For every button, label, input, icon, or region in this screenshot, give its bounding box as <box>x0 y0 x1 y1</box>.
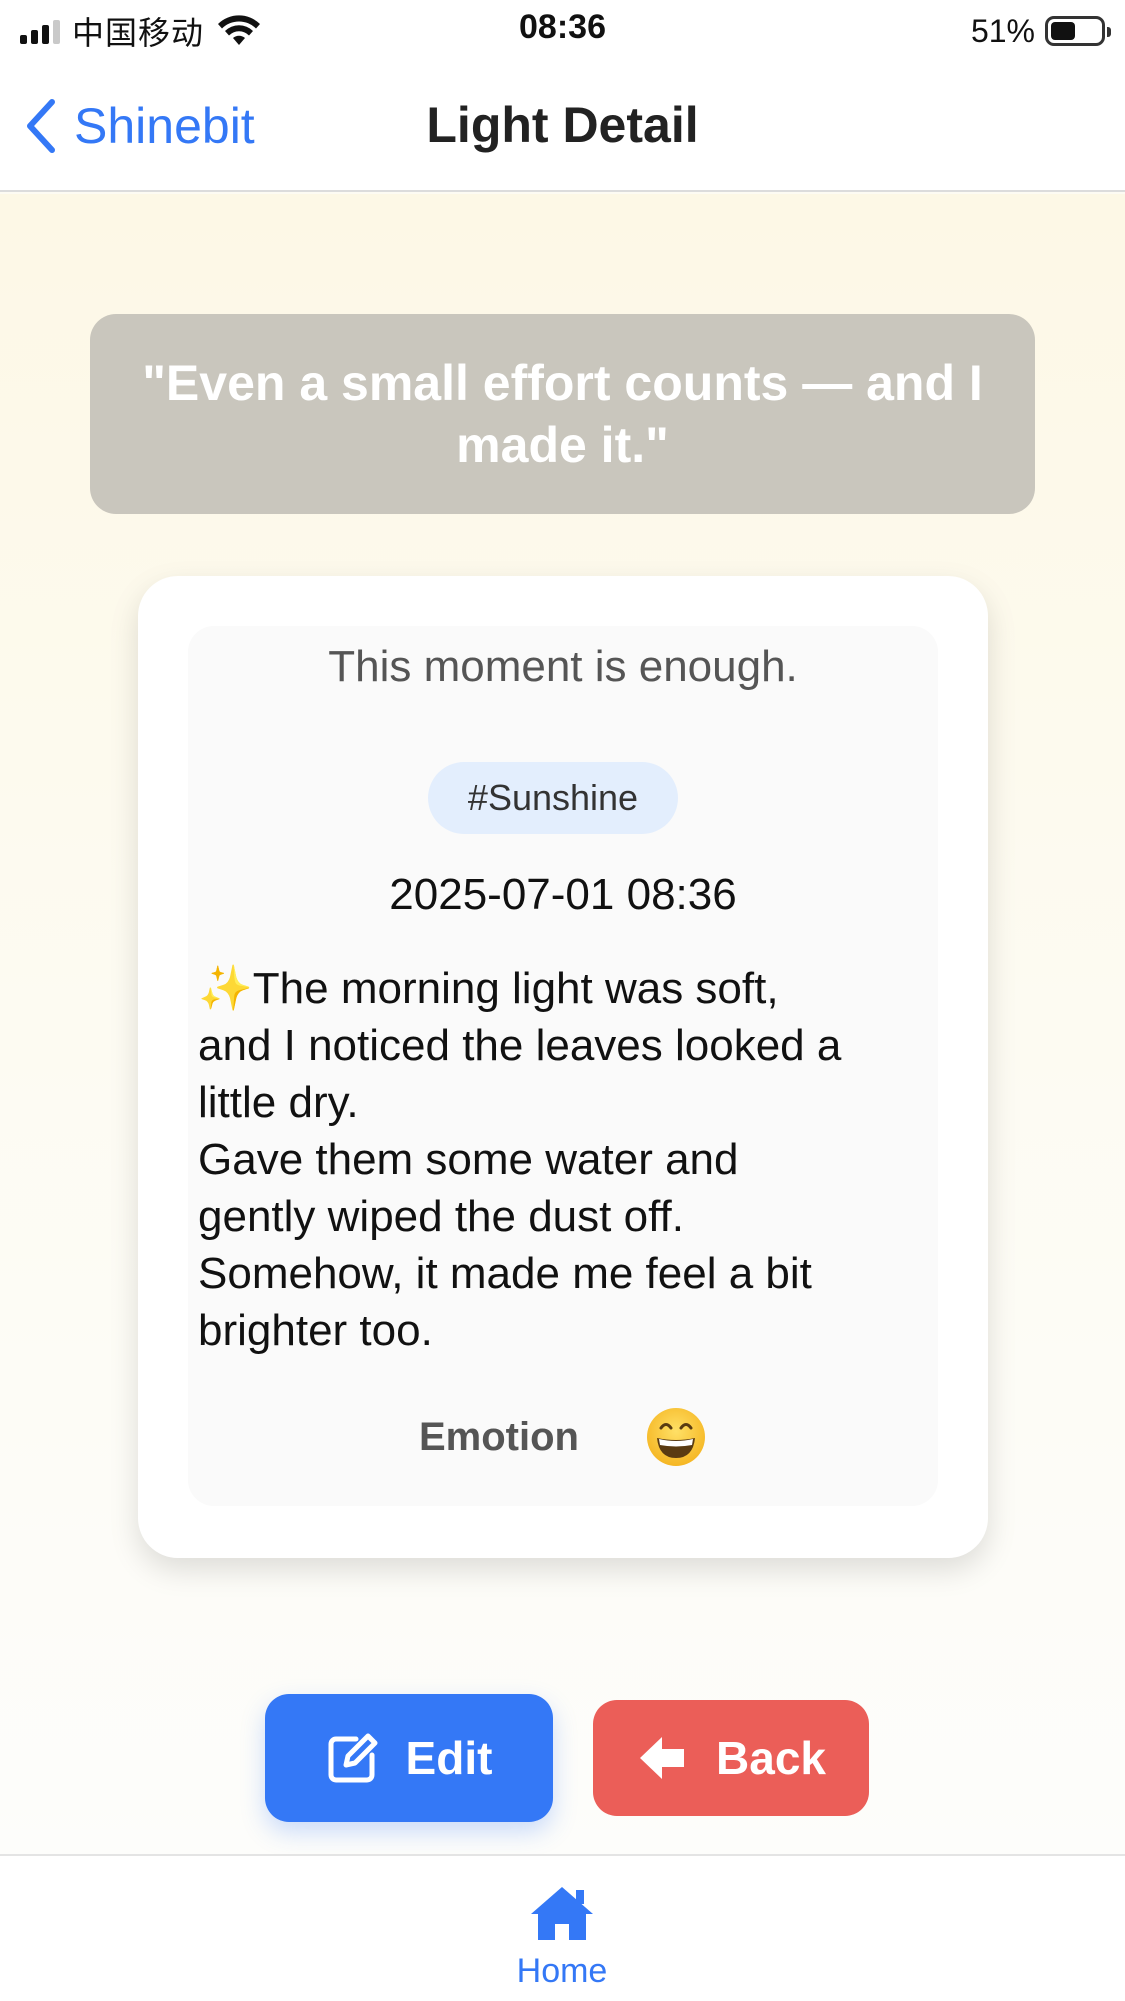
emotion-label: Emotion <box>419 1414 579 1459</box>
entry-body-line: Gave them some water and <box>198 1135 739 1184</box>
entry-body-line: brighter too. <box>198 1306 433 1355</box>
tab-home-label: Home <box>516 1952 608 1990</box>
entry-body-line: Somehow, it made me feel a bit <box>198 1249 812 1298</box>
navigation-bar: Shinebit Light Detail <box>0 62 1125 192</box>
status-time: 08:36 <box>519 8 606 46</box>
edit-icon <box>328 1733 378 1783</box>
battery-icon <box>1045 16 1111 46</box>
tab-bar: Home <box>0 1854 1125 2001</box>
battery-percent: 51% <box>970 12 1035 49</box>
page-title: Light Detail <box>426 97 699 153</box>
status-right: 51% <box>970 10 1111 52</box>
battery-fill <box>1051 22 1076 40</box>
status-bar: 中国移动 08:36 51% <box>0 0 1125 62</box>
entry-body-line: gently wiped the dust off. <box>198 1192 684 1241</box>
arrow-left-icon <box>640 1737 685 1779</box>
tab-home[interactable]: Home <box>497 1884 627 1994</box>
entry-timestamp: 2025-07-01 08:36 <box>389 870 737 919</box>
entry-body-line: and I noticed the leaves looked a <box>198 1021 842 1070</box>
quote-banner: "Even a small effort counts — and I made… <box>90 314 1035 514</box>
main-content: "Even a small effort counts — and I made… <box>0 194 1125 1854</box>
entry-body-line: ✨The morning light was soft, <box>198 964 779 1013</box>
light-detail-card: This moment is enough. #Sunshine 2025-07… <box>138 576 988 1558</box>
entry-body-line: little dry. <box>198 1078 359 1127</box>
card-subtitle: This moment is enough. <box>328 642 798 691</box>
edit-button[interactable]: Edit <box>265 1694 553 1822</box>
quote-text: "Even a small effort counts — and I made… <box>142 355 983 473</box>
entry-body: ✨The morning light was soft, and I notic… <box>198 960 938 1359</box>
grinning-face-icon <box>646 1408 705 1466</box>
back-button-label: Back <box>716 1732 826 1784</box>
edit-button-label: Edit <box>405 1732 493 1784</box>
tag-badge: #Sunshine <box>428 762 678 834</box>
home-icon <box>531 1887 593 1940</box>
emotion-row: Emotion <box>138 1402 988 1472</box>
back-button[interactable]: Back <box>593 1700 869 1816</box>
